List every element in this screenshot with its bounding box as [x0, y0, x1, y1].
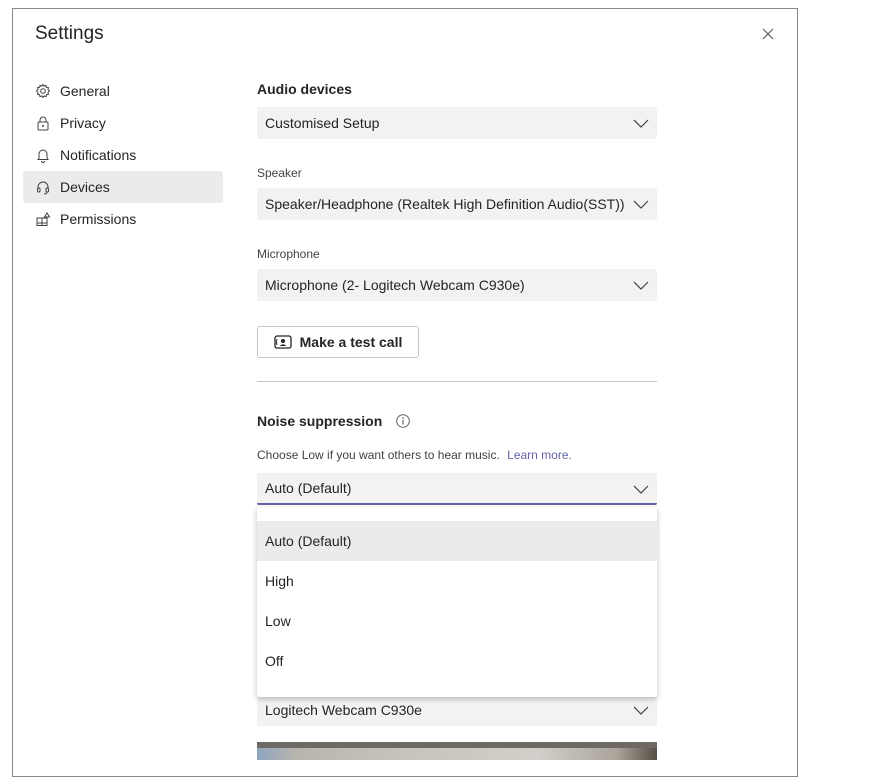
speaker-label: Speaker: [257, 166, 302, 180]
make-test-call-button[interactable]: Make a test call: [257, 326, 419, 358]
section-divider: [257, 381, 657, 382]
noise-suppression-heading-row: Noise suppression: [257, 413, 411, 429]
noise-description-row: Choose Low if you want others to hear mu…: [257, 448, 572, 462]
settings-nav: General Privacy Notifications Devices Pe…: [23, 75, 223, 235]
noise-suppression-dropdown: Auto (Default) High Low Off: [257, 507, 657, 697]
microphone-value: Microphone (2- Logitech Webcam C930e): [265, 277, 525, 293]
chevron-down-icon: [633, 281, 649, 290]
audio-devices-heading: Audio devices: [257, 81, 352, 97]
microphone-label: Microphone: [257, 247, 320, 261]
speaker-select[interactable]: Speaker/Headphone (Realtek High Definiti…: [257, 188, 657, 220]
noise-description: Choose Low if you want others to hear mu…: [257, 448, 500, 462]
nav-item-notifications[interactable]: Notifications: [23, 139, 223, 171]
option-low[interactable]: Low: [257, 601, 657, 641]
camera-value: Logitech Webcam C930e: [265, 702, 422, 718]
headset-icon: [35, 179, 51, 195]
lock-icon: [35, 115, 51, 131]
test-call-label: Make a test call: [299, 334, 403, 350]
info-icon[interactable]: [396, 414, 411, 428]
nav-item-privacy[interactable]: Privacy: [23, 107, 223, 139]
nav-item-permissions[interactable]: Permissions: [23, 203, 223, 235]
chevron-down-icon: [633, 706, 649, 715]
camera-preview-image: [257, 742, 657, 748]
nav-label-devices: Devices: [60, 179, 110, 195]
permissions-icon: [35, 211, 51, 227]
learn-more-link[interactable]: Learn more.: [507, 448, 572, 462]
nav-label-general: General: [60, 83, 110, 99]
microphone-select[interactable]: Microphone (2- Logitech Webcam C930e): [257, 269, 657, 301]
close-icon: [762, 28, 774, 40]
option-high[interactable]: High: [257, 561, 657, 601]
test-call-icon: [273, 335, 292, 349]
noise-suppression-select[interactable]: Auto (Default): [257, 473, 657, 505]
nav-label-notifications: Notifications: [60, 147, 137, 163]
nav-label-permissions: Permissions: [60, 211, 137, 227]
chevron-down-icon: [633, 119, 649, 128]
gear-icon: [35, 83, 51, 99]
noise-selected-value: Auto (Default): [265, 480, 352, 496]
chevron-down-icon: [633, 485, 649, 494]
chevron-down-icon: [633, 200, 649, 209]
camera-preview: [257, 742, 657, 760]
nav-label-privacy: Privacy: [60, 115, 106, 131]
device-setup-value: Customised Setup: [265, 115, 380, 131]
bell-icon: [35, 147, 51, 163]
device-setup-select[interactable]: Customised Setup: [257, 107, 657, 139]
dialog-title: Settings: [35, 23, 104, 44]
camera-select[interactable]: Logitech Webcam C930e: [257, 694, 657, 726]
settings-dialog: Settings General Privacy Notifications D…: [12, 8, 798, 777]
option-off[interactable]: Off: [257, 641, 657, 681]
noise-suppression-heading: Noise suppression: [257, 413, 383, 429]
speaker-value: Speaker/Headphone (Realtek High Definiti…: [265, 196, 625, 212]
close-button[interactable]: [757, 23, 779, 45]
option-auto-default[interactable]: Auto (Default): [257, 521, 657, 561]
nav-item-general[interactable]: General: [23, 75, 223, 107]
nav-item-devices[interactable]: Devices: [23, 171, 223, 203]
